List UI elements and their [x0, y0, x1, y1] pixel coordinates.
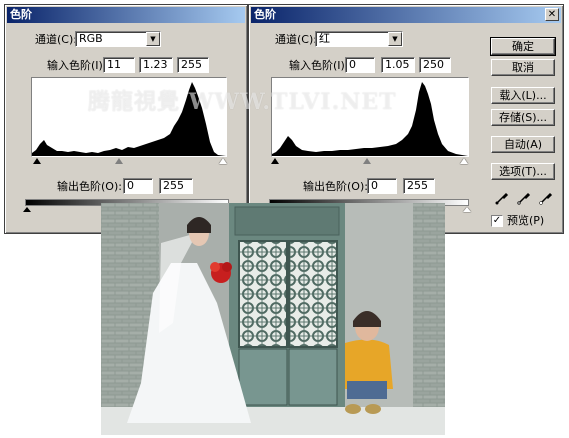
chevron-down-icon: ▼: [388, 32, 402, 46]
ok-button[interactable]: 确定: [490, 37, 556, 56]
gray-eyedropper-icon[interactable]: [517, 191, 531, 205]
wedding-photo-image: [101, 203, 445, 435]
input-levels-label: 输入色阶(I):: [289, 59, 349, 72]
input-slider[interactable]: [31, 158, 227, 166]
gamma-handle[interactable]: [363, 158, 371, 164]
load-button[interactable]: 载入(L)...: [491, 87, 555, 104]
black-eyedropper-icon[interactable]: [495, 191, 509, 205]
channel-select[interactable]: 红 ▼: [315, 31, 403, 47]
photo-preview: [101, 203, 445, 435]
channel-label: 通道(C):: [35, 33, 77, 46]
input-gamma-field[interactable]: 1.23: [139, 57, 173, 73]
preview-label: 预览(P): [507, 214, 545, 227]
gamma-handle[interactable]: [115, 158, 123, 164]
channel-select[interactable]: RGB ▼: [75, 31, 161, 47]
output-white-field[interactable]: 255: [403, 178, 435, 194]
input-levels-label: 输入色阶(I):: [47, 59, 107, 72]
close-button[interactable]: ✕: [545, 8, 559, 21]
options-button[interactable]: 选项(T)...: [491, 163, 555, 180]
black-point-handle[interactable]: [271, 158, 279, 164]
auto-button[interactable]: 自动(A): [491, 136, 555, 153]
output-white-field[interactable]: 255: [159, 178, 193, 194]
input-gamma-field[interactable]: 1.05: [381, 57, 415, 73]
histogram-graph: [272, 82, 468, 156]
dialog-title-bar[interactable]: 色阶: [7, 7, 245, 23]
histogram-graph: [32, 82, 226, 156]
preview-checkbox[interactable]: ✓: [491, 215, 503, 227]
white-eyedropper-icon[interactable]: [539, 191, 553, 205]
output-black-field[interactable]: 0: [123, 178, 153, 194]
output-black-field[interactable]: 0: [367, 178, 397, 194]
cancel-button[interactable]: 取消: [491, 59, 555, 76]
output-levels-label: 输出色阶(O):: [57, 180, 122, 193]
levels-dialog-rgb: 色阶 通道(C): RGB ▼ 输入色阶(I): 11 1.23 255 输出色…: [4, 4, 248, 234]
input-white-field[interactable]: 255: [177, 57, 209, 73]
dialog-title: 色阶: [254, 8, 276, 21]
input-black-field[interactable]: 0: [345, 57, 375, 73]
chevron-down-icon: ▼: [146, 32, 160, 46]
black-point-handle[interactable]: [33, 158, 41, 164]
save-button[interactable]: 存储(S)...: [491, 109, 555, 126]
dialog-title-bar[interactable]: 色阶 ✕: [251, 7, 561, 23]
close-icon: ✕: [547, 9, 557, 20]
dialog-title: 色阶: [10, 8, 32, 21]
channel-select-value: RGB: [79, 32, 103, 45]
output-black-handle[interactable]: [23, 207, 31, 212]
channel-label: 通道(C):: [275, 33, 317, 46]
check-icon: ✓: [492, 215, 502, 226]
output-levels-label: 输出色阶(O):: [303, 180, 368, 193]
output-white-handle[interactable]: [463, 207, 471, 212]
input-slider[interactable]: [271, 158, 469, 166]
channel-select-value: 红: [319, 32, 330, 45]
input-white-field[interactable]: 250: [419, 57, 451, 73]
white-point-handle[interactable]: [460, 158, 468, 164]
levels-dialog-red: 色阶 ✕ 通道(C): 红 ▼ 输入色阶(I): 0 1.05 250 输出色阶…: [248, 4, 564, 234]
white-point-handle[interactable]: [219, 158, 227, 164]
histogram-rgb: [31, 77, 227, 157]
input-black-field[interactable]: 11: [103, 57, 135, 73]
histogram-red: [271, 77, 469, 157]
